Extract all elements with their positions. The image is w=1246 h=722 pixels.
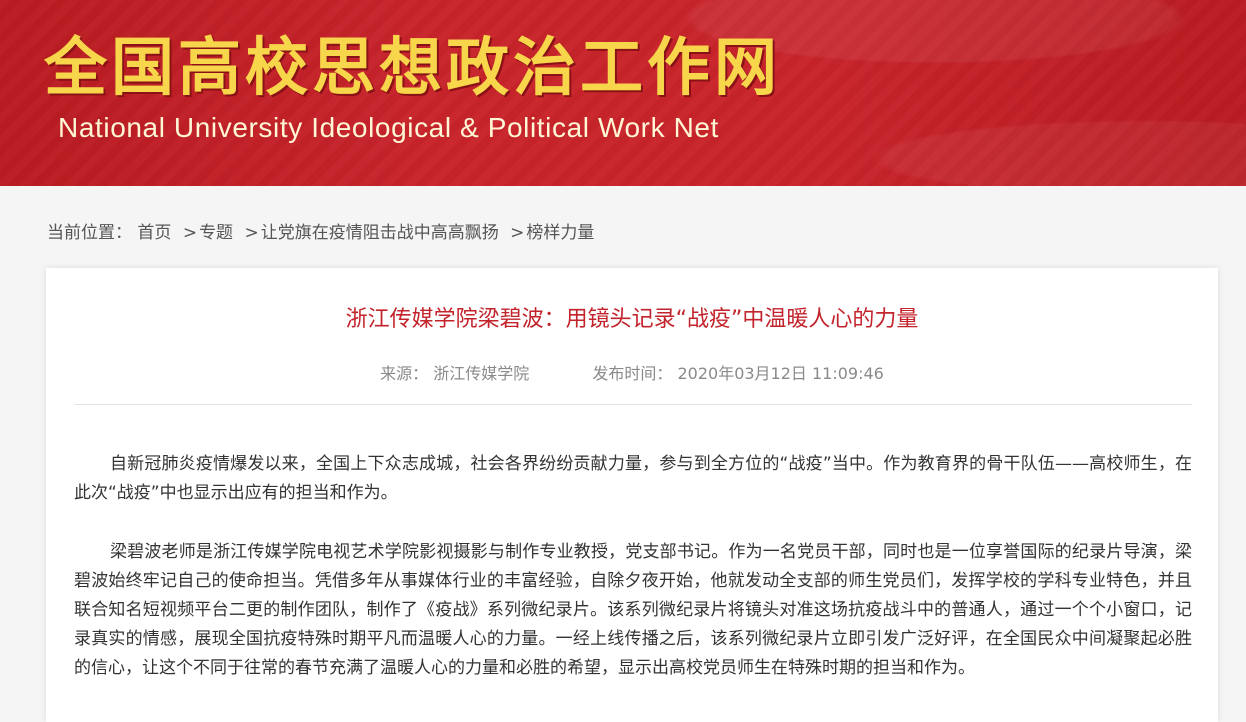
publish-time-label: 发布时间： [592, 364, 673, 383]
breadcrumb: 当前位置： 首页 > 专题 > 让党旗在疫情阻击战中高高飘扬 > 榜样力量 [47, 218, 594, 243]
article-publish-time: 发布时间： 2020年03月12日 11:09:46 [592, 360, 884, 384]
site-title-en: National University Ideological & Politi… [58, 112, 719, 143]
article-meta: 来源： 浙江传媒学院 发布时间： 2020年03月12日 11:09:46 [0, 360, 1246, 384]
article-paragraph: 梁碧波老师是浙江传媒学院电视艺术学院影视摄影与制作专业教授，党支部书记。作为一名… [74, 542, 1192, 678]
source-value: 浙江传媒学院 [433, 364, 530, 383]
breadcrumb-label: 当前位置： [47, 223, 132, 243]
breadcrumb-special-topic-link[interactable]: 让党旗在疫情阻击战中高高飘扬 [261, 223, 499, 243]
breadcrumb-topic-link[interactable]: 专题 [199, 223, 233, 243]
site-header-banner: 全国高校思想政治工作网 National University Ideologi… [0, 0, 1246, 186]
article-source: 来源： 浙江传媒学院 [380, 360, 529, 384]
breadcrumb-separator: > [182, 223, 198, 243]
source-label: 来源： [380, 364, 429, 383]
publish-time-value: 2020年03月12日 11:09:46 [677, 364, 884, 383]
breadcrumb-separator: > [510, 223, 525, 243]
breadcrumb-home-link[interactable]: 首页 [137, 223, 171, 243]
site-title-cn[interactable]: 全国高校思想政治工作网 [44, 36, 781, 99]
breadcrumb-separator: > [244, 223, 259, 243]
article-title: 浙江传媒学院梁碧波：用镜头记录“战疫”中温暖人心的力量 [345, 307, 919, 332]
article-paragraph: 自新冠肺炎疫情爆发以来，全国上下众志成城，社会各界纷纷贡献力量，参与到全方位的“… [74, 454, 1192, 503]
article-divider [74, 404, 1192, 405]
breadcrumb-category-link[interactable]: 榜样力量 [526, 223, 594, 243]
